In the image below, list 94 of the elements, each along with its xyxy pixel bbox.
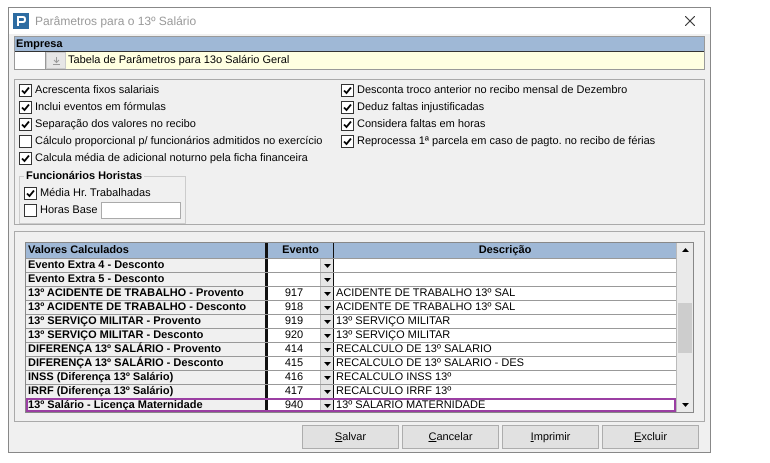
table-cell-text: 415 <box>284 357 304 370</box>
table-cell: INSS (Diferença 13º Salário) <box>26 371 268 384</box>
table-row[interactable]: IRRF (Diferença 13º Salário) 417 RECALCULO IRRF 13º <box>26 384 676 398</box>
caret-icon <box>324 306 330 310</box>
checkbox[interactable] <box>24 204 37 216</box>
table-cell-text: 918 <box>284 301 304 314</box>
table-cell-text: 416 <box>284 371 304 384</box>
action-button[interactable]: Cancelar <box>402 425 499 449</box>
table-cell: IRRF (Diferença 13º Salário) <box>26 385 268 398</box>
dropdown-button[interactable] <box>320 399 333 412</box>
table-cell-text: RECALCULO INSS 13º <box>335 371 452 384</box>
table-cell: Evento Extra 4 - Desconto <box>26 259 268 272</box>
checkbox[interactable] <box>341 135 354 148</box>
dropdown-button[interactable] <box>320 301 333 314</box>
scroll-thumb[interactable] <box>678 302 692 352</box>
checkbox[interactable] <box>19 152 32 165</box>
table-cell: 13º ACIDENTE DE TRABALHO - Provento <box>26 287 268 300</box>
table-cell: DIFERENÇA 13º SALÁRIO - Provento <box>26 343 268 356</box>
table-cell: 13º SERVIÇO MILITAR - Desconto <box>26 329 268 342</box>
table-cell-text: 13º SALARIO MATERNIDADE <box>335 399 486 412</box>
caret-icon <box>324 404 330 408</box>
dropdown-button[interactable] <box>320 273 333 286</box>
table-cell-text: RECALCULO DE 13º SALARIO - DES <box>335 357 526 370</box>
table-cell-text: RECALCULO DE 13º SALARIO <box>335 343 493 356</box>
column-header: Evento <box>268 243 334 258</box>
checkbox[interactable] <box>341 118 354 131</box>
checkbox[interactable] <box>341 101 354 114</box>
section-header: Empresa <box>15 37 704 52</box>
checkbox-label: Média Hr. Trabalhadas <box>40 186 151 201</box>
table-cell-text: ACIDENTE DE TRABALHO 13º SAL <box>335 287 516 300</box>
caret-icon <box>324 362 330 366</box>
checkbox-label: Calcula média de adicional noturno pela ficha financeira <box>35 151 308 166</box>
caret-icon <box>324 292 330 296</box>
dropdown-button[interactable] <box>320 385 333 398</box>
checkbox[interactable] <box>19 118 32 131</box>
dropdown-button[interactable] <box>320 371 333 384</box>
caret-icon <box>324 348 330 352</box>
app-logo-icon <box>13 13 29 29</box>
checkbox[interactable] <box>19 101 32 114</box>
checkbox[interactable] <box>19 84 32 97</box>
table-cell: 13º Salário - Licença Maternidade <box>26 399 268 412</box>
checkbox[interactable] <box>19 135 32 148</box>
caret-icon <box>324 390 330 394</box>
scrollbar[interactable] <box>676 243 693 412</box>
caret-icon <box>324 376 330 380</box>
checkbox-label: Inclui eventos em fórmulas <box>35 100 166 116</box>
column-header: Descrição <box>478 243 532 258</box>
table-cell-text: 414 <box>284 343 304 356</box>
checkbox-label: Horas Base <box>40 202 98 218</box>
table-row[interactable]: 13º Salário - Licença Maternidade 940 13º SALARIO MATERNIDADE <box>26 398 676 412</box>
download-icon <box>52 56 60 64</box>
table-cell: 13º SERVIÇO MILITAR - Provento <box>26 315 268 328</box>
checkbox-label: Deduz faltas injustificadas <box>357 100 484 116</box>
table-cell-text: 917 <box>284 287 304 300</box>
dropdown-button[interactable] <box>320 259 333 272</box>
table-cell: 13º ACIDENTE DE TRABALHO - Desconto <box>26 301 268 314</box>
table-cell-text: 13º SERVIÇO MILITAR <box>335 315 452 328</box>
checkbox-label: Desconta troco anterior no recibo mensal de Dezembro <box>357 83 628 98</box>
close-icon <box>685 16 695 26</box>
company-description: Tabela de Parâmetros para 13o Salário Geral <box>67 53 290 68</box>
dropdown-button[interactable] <box>320 287 333 300</box>
table-cell-text: 13º SERVIÇO MILITAR <box>335 329 452 342</box>
action-button[interactable]: Imprimir <box>502 425 599 449</box>
table-cell-text: 919 <box>284 315 304 328</box>
checkbox-label: Acrescenta fixos salariais <box>35 83 160 98</box>
caret-icon <box>324 320 330 324</box>
checkbox-label: Reprocessa 1ª parcela em caso de pagto. no recibo de férias <box>357 134 656 150</box>
window-title: Parâmetros para o 13º Salário <box>35 13 198 30</box>
checkbox[interactable] <box>24 186 37 200</box>
dropdown-button[interactable] <box>320 315 333 328</box>
dropdown-button[interactable] <box>320 329 333 342</box>
check-icon <box>26 188 35 198</box>
table-cell-text: ACIDENTE DE TRABALHO 13º SAL <box>335 301 516 314</box>
caret-icon <box>324 264 330 268</box>
checkbox-label: Separação dos valores no recibo <box>35 117 196 132</box>
checkbox[interactable] <box>341 84 354 97</box>
action-button[interactable]: Excluir <box>602 425 699 449</box>
dropdown-button[interactable] <box>320 343 333 356</box>
table-cell-text: RECALCULO IRRF 13º <box>335 385 452 398</box>
check-icon <box>21 154 30 163</box>
code-field[interactable] <box>15 52 46 69</box>
caret-icon <box>324 334 330 338</box>
checkbox-label: Considera faltas em horas <box>357 117 486 132</box>
caret-icon <box>324 278 330 282</box>
table-cell-text: 940 <box>284 399 304 412</box>
action-button[interactable]: Salvar <box>302 425 399 449</box>
table-cell: Evento Extra 5 - Desconto <box>26 273 268 286</box>
group-title: Funcionários Horistas <box>25 169 144 184</box>
hours-field[interactable] <box>101 202 182 218</box>
table-cell-text: 920 <box>284 329 304 342</box>
checkbox-label: Cálculo proporcional p/ funcionários admitidos no exercício <box>35 134 322 150</box>
table-cell-text: 417 <box>284 385 304 398</box>
table-cell: DIFERENÇA 13º SALÁRIO - Desconto <box>26 357 268 370</box>
dropdown-button[interactable] <box>320 357 333 370</box>
